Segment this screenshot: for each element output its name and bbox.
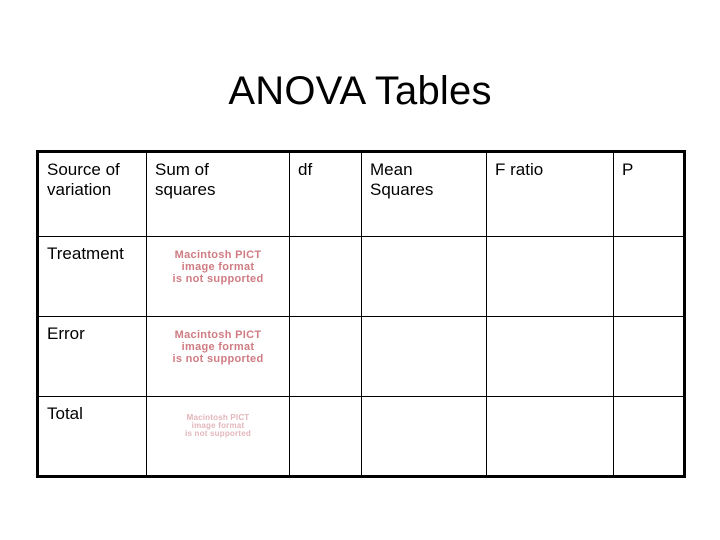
row-label-error: Error <box>37 316 147 397</box>
column-header-source-label: Source of variation <box>47 160 120 199</box>
anova-table: Source of variation Sum of squares df Me… <box>36 150 686 478</box>
macintosh-pict-unsupported-icon: Macintosh PICT image format is not suppo… <box>172 329 264 365</box>
column-header-sum-of-squares-label: Sum of squares <box>155 160 216 199</box>
page-title: ANOVA Tables <box>228 69 492 113</box>
df-cell-total <box>289 396 362 477</box>
macintosh-pict-unsupported-icon: Macintosh PICT image format is not suppo… <box>185 413 251 438</box>
slide-canvas: ANOVA Tables Source of variation Sum of … <box>0 0 720 540</box>
row-label-total-text: Total <box>47 404 83 423</box>
column-header-f-ratio-label: F ratio <box>495 160 544 179</box>
p-cell-treatment <box>613 236 685 317</box>
column-header-df: df <box>289 151 362 237</box>
row-label-total: Total <box>37 396 147 477</box>
table-row: Error Macintosh PICT image format is not… <box>37 316 685 397</box>
column-header-p-label: P <box>622 160 634 179</box>
column-header-p: P <box>613 151 685 237</box>
column-header-sum-of-squares: Sum of squares <box>146 151 290 237</box>
mean-squares-cell-total <box>361 396 487 477</box>
table-header-row: Source of variation Sum of squares df Me… <box>37 151 685 237</box>
table-row: Treatment Macintosh PICT image format is… <box>37 236 685 317</box>
column-header-mean-squares: Mean Squares <box>361 151 487 237</box>
sum-of-squares-cell-total: Macintosh PICT image format is not suppo… <box>146 396 290 477</box>
f-ratio-cell-treatment <box>486 236 614 317</box>
column-header-f-ratio: F ratio <box>486 151 614 237</box>
p-cell-error <box>613 316 685 397</box>
df-cell-treatment <box>289 236 362 317</box>
f-ratio-cell-error <box>486 316 614 397</box>
f-ratio-cell-total <box>486 396 614 477</box>
sum-of-squares-cell-treatment: Macintosh PICT image format is not suppo… <box>146 236 290 317</box>
row-label-treatment-text: Treatment <box>47 244 124 263</box>
p-cell-total <box>613 396 685 477</box>
df-cell-error <box>289 316 362 397</box>
column-header-df-label: df <box>298 160 313 179</box>
sum-of-squares-cell-error: Macintosh PICT image format is not suppo… <box>146 316 290 397</box>
row-label-treatment: Treatment <box>37 236 147 317</box>
column-header-mean-squares-label: Mean Squares <box>370 160 434 199</box>
row-label-error-text: Error <box>47 324 85 343</box>
table-row: Total Macintosh PICT image format is not… <box>37 396 685 477</box>
column-header-source: Source of variation <box>37 151 147 237</box>
mean-squares-cell-treatment <box>361 236 487 317</box>
mean-squares-cell-error <box>361 316 487 397</box>
macintosh-pict-unsupported-icon: Macintosh PICT image format is not suppo… <box>172 249 264 285</box>
